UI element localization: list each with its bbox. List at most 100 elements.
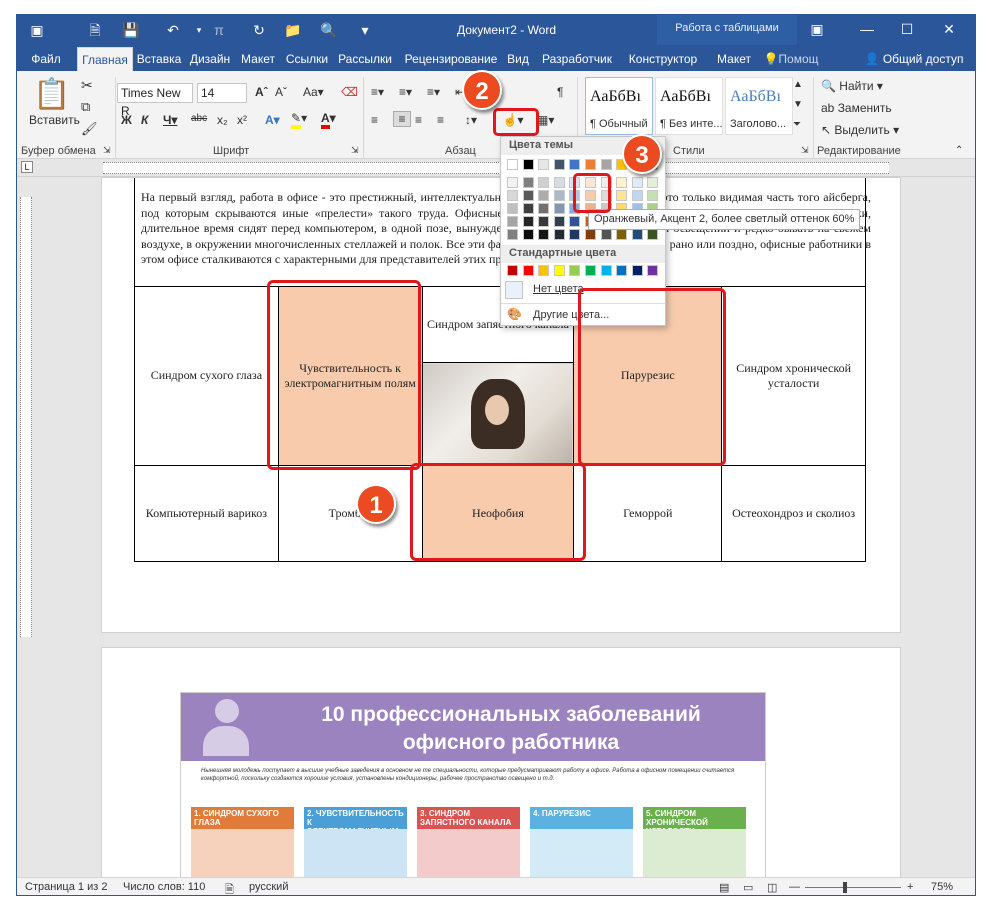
standard-color-swatch[interactable]	[616, 265, 628, 276]
no-color-swatch[interactable]	[505, 281, 523, 299]
theme-shade-swatch[interactable]	[538, 216, 550, 227]
tab-view[interactable]: Вид	[503, 47, 533, 71]
vertical-ruler[interactable]	[17, 177, 35, 879]
styles-more-icon[interactable]: ⏷	[793, 119, 801, 130]
styles-scroll-up-icon[interactable]: ▲	[793, 79, 803, 90]
theme-shade-swatch[interactable]	[553, 229, 565, 240]
standard-color-swatch[interactable]	[631, 265, 643, 276]
infographic-image[interactable]: 10 профессиональных заболеваний офисного…	[180, 692, 766, 879]
theme-shade-swatch[interactable]	[616, 177, 628, 188]
theme-color-swatch[interactable]	[585, 159, 596, 170]
align-left-icon[interactable]: ≡	[371, 113, 378, 127]
cell-osteochondrosis[interactable]: Остеохондроз и сколиоз	[721, 464, 866, 563]
theme-shade-swatch[interactable]	[522, 216, 534, 227]
theme-shade-swatch[interactable]	[585, 229, 596, 240]
standard-color-swatch[interactable]	[553, 265, 565, 276]
styles-scroll-down-icon[interactable]: ▼	[793, 99, 803, 110]
underline-icon[interactable]: Ч▾	[163, 113, 177, 127]
theme-shade-swatch[interactable]	[522, 190, 534, 201]
theme-shade-swatch[interactable]	[569, 216, 581, 227]
replace-button[interactable]: ab Заменить	[821, 101, 901, 115]
cell-chronic-fatigue[interactable]: Синдром хронической усталости	[721, 286, 866, 466]
font-color-icon[interactable]: A▾	[321, 111, 336, 129]
style-no-spacing[interactable]: АаБбВı ¶ Без инте...	[655, 77, 723, 135]
standard-color-swatch[interactable]	[522, 265, 534, 276]
theme-shade-swatch[interactable]	[553, 203, 565, 214]
text-effects-icon[interactable]: A▾	[265, 113, 280, 127]
borders-icon[interactable]: ▦▾	[537, 113, 554, 127]
tab-mailings[interactable]: Рассылки	[335, 47, 395, 71]
theme-shade-swatch[interactable]	[507, 177, 518, 188]
font-size-combo[interactable]: 14	[197, 83, 247, 103]
word-logo-icon[interactable]: ▣	[25, 20, 49, 40]
copy-icon[interactable]: ⧉	[81, 99, 90, 115]
theme-shade-swatch[interactable]	[569, 229, 581, 240]
find-button[interactable]: 🔍 Найти ▾	[821, 79, 901, 93]
theme-shade-swatch[interactable]	[631, 177, 643, 188]
web-layout-icon[interactable]: ◫	[767, 881, 777, 894]
language[interactable]: русский	[249, 881, 288, 893]
tab-insert[interactable]: Вставка	[133, 47, 185, 71]
close-icon[interactable]: ✕	[929, 15, 969, 45]
cell-varicose[interactable]: Компьютерный варикоз	[134, 464, 279, 563]
tab-file[interactable]: Файл	[21, 47, 71, 71]
subscript-icon[interactable]: x₂	[217, 113, 228, 127]
highlight-color-icon[interactable]: ✎▾	[291, 111, 307, 129]
horizontal-ruler[interactable]: L	[17, 159, 975, 177]
tab-references[interactable]: Ссылки	[283, 47, 331, 71]
tab-review[interactable]: Рецензирование	[399, 47, 503, 71]
tab-selector-icon[interactable]: L	[21, 161, 33, 173]
cell-hemorrhoids[interactable]: Геморрой	[573, 464, 723, 563]
theme-shade-swatch[interactable]	[538, 177, 550, 188]
theme-shade-swatch[interactable]	[553, 190, 565, 201]
align-center-icon[interactable]: ≡	[393, 111, 411, 127]
styles-launcher-icon[interactable]: ⇲	[801, 145, 809, 156]
tab-layout[interactable]: Макет	[237, 47, 279, 71]
cell-dry-eye[interactable]: Синдром сухого глаза	[134, 286, 279, 466]
tab-home[interactable]: Главная	[77, 47, 133, 71]
theme-color-swatch[interactable]	[600, 159, 612, 170]
theme-shade-swatch[interactable]	[507, 190, 518, 201]
theme-color-swatch[interactable]	[522, 159, 534, 170]
word-count[interactable]: Число слов: 110	[123, 881, 205, 893]
zoom-level[interactable]: 75%	[931, 881, 953, 893]
bold-icon[interactable]: Ж	[121, 113, 132, 127]
theme-color-swatch[interactable]	[507, 159, 518, 170]
maximize-icon[interactable]: ☐	[887, 15, 927, 45]
theme-shade-swatch[interactable]	[538, 203, 550, 214]
numbering-icon[interactable]: ≡▾	[399, 85, 412, 99]
theme-shade-swatch[interactable]	[538, 190, 550, 201]
theme-color-swatch[interactable]	[569, 159, 581, 170]
theme-shade-swatch[interactable]	[631, 229, 643, 240]
font-launcher-icon[interactable]: ⇲	[351, 145, 359, 156]
open-folder-icon[interactable]: 📁	[281, 20, 305, 40]
standard-color-swatch[interactable]	[647, 265, 659, 276]
cell-thrombosis[interactable]: Тромбоз	[277, 464, 423, 563]
theme-shade-swatch[interactable]	[631, 190, 643, 201]
strikethrough-icon[interactable]: abc	[191, 113, 207, 124]
theme-color-swatch[interactable]	[538, 159, 550, 170]
tell-me-box[interactable]: 💡Помощ	[761, 47, 821, 71]
zoom-slider[interactable]	[805, 887, 901, 888]
page-count[interactable]: Страница 1 из 2	[25, 881, 107, 893]
change-case-icon[interactable]: Aa▾	[303, 85, 324, 99]
line-spacing-icon[interactable]: ↕▾	[465, 113, 477, 127]
new-document-icon[interactable]: 🗎	[83, 20, 107, 40]
select-button[interactable]: ↖ Выделить ▾	[821, 123, 911, 137]
grow-font-icon[interactable]: Aˆ	[255, 85, 268, 99]
bullets-icon[interactable]: ≡▾	[371, 85, 384, 99]
show-marks-icon[interactable]: ¶	[557, 85, 563, 99]
redo-icon[interactable]: ↻	[247, 20, 271, 40]
undo-icon[interactable]: ↶	[161, 20, 185, 40]
font-name-combo[interactable]: Times New R	[117, 83, 193, 118]
print-preview-icon[interactable]: 🔍	[317, 20, 341, 40]
theme-shade-swatch[interactable]	[616, 190, 628, 201]
ribbon-display-options-icon[interactable]: ▣	[797, 15, 837, 45]
standard-color-swatch[interactable]	[600, 265, 612, 276]
theme-shade-swatch[interactable]	[647, 190, 659, 201]
zoom-in-icon[interactable]: +	[907, 881, 913, 893]
theme-shade-swatch[interactable]	[522, 229, 534, 240]
format-painter-icon[interactable]: 🖌	[81, 121, 98, 137]
print-layout-icon[interactable]: ▭	[743, 881, 753, 894]
no-color-option[interactable]: Нет цвета	[533, 283, 584, 295]
